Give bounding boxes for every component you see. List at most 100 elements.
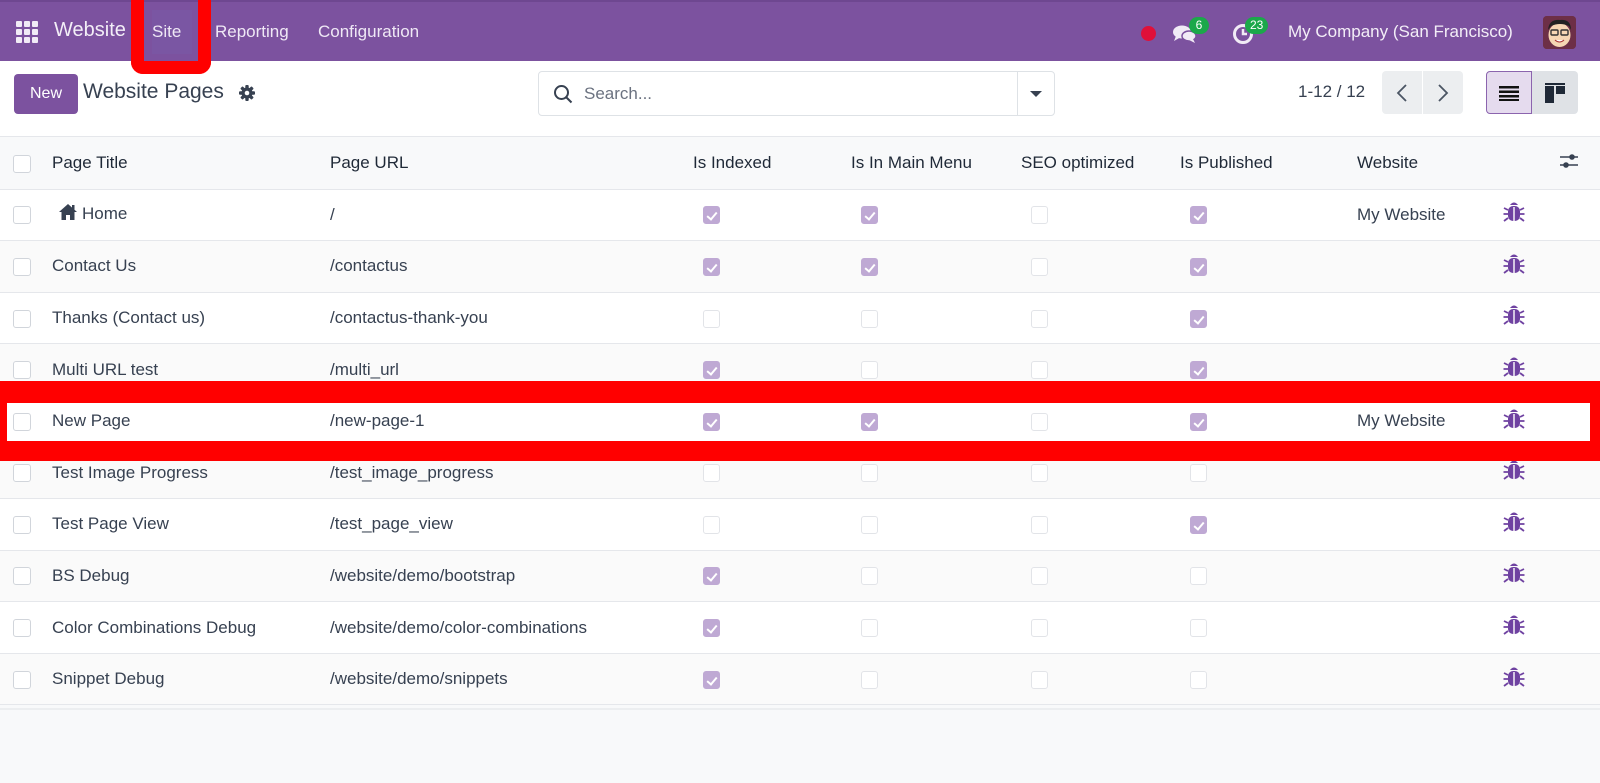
is-published-checkbox bbox=[1190, 309, 1207, 328]
kanban-view-button[interactable] bbox=[1532, 71, 1578, 114]
cell-page-url[interactable]: /new-page-1 bbox=[330, 395, 693, 447]
row-select-checkbox[interactable] bbox=[13, 670, 31, 689]
user-avatar[interactable] bbox=[1543, 16, 1576, 49]
company-switcher[interactable]: My Company (San Francisco) bbox=[1288, 22, 1513, 42]
cell-page-title[interactable]: Test Page View bbox=[52, 499, 330, 551]
pager-next-button[interactable] bbox=[1423, 71, 1463, 114]
table-row[interactable]: Thanks (Contact us) /contactus-thank-you bbox=[0, 292, 1600, 344]
menu-configuration[interactable]: Configuration bbox=[318, 22, 419, 42]
cell-page-title[interactable]: Multi URL test bbox=[52, 344, 330, 396]
page-title-text: Color Combinations Debug bbox=[52, 617, 257, 637]
table-row[interactable]: Test Image Progress /test_image_progress bbox=[0, 446, 1600, 499]
optional-columns-toggle[interactable] bbox=[1559, 138, 1600, 189]
is-in-main-menu-checkbox bbox=[861, 464, 878, 483]
row-select-checkbox[interactable] bbox=[13, 412, 31, 431]
row-select-checkbox[interactable] bbox=[13, 206, 31, 225]
column-header-is-in-main-menu[interactable]: Is In Main Menu bbox=[851, 138, 1021, 189]
column-header-is-published[interactable]: Is Published bbox=[1180, 138, 1357, 189]
table-row[interactable]: Home / My Website bbox=[0, 189, 1600, 241]
cell-page-url[interactable]: /website/demo/bootstrap bbox=[330, 550, 693, 602]
is-published-checkbox bbox=[1190, 515, 1207, 534]
apps-menu-icon[interactable] bbox=[16, 21, 38, 43]
row-select-checkbox[interactable] bbox=[13, 361, 31, 380]
cell-page-url[interactable]: /test_image_progress bbox=[330, 447, 693, 499]
cell-page-title[interactable]: BS Debug bbox=[52, 550, 330, 602]
table-row[interactable]: Multi URL test /multi_url bbox=[0, 343, 1600, 396]
page-url-text: /test_page_view bbox=[330, 514, 453, 534]
new-button[interactable]: New bbox=[14, 74, 78, 114]
activities-badge: 23 bbox=[1245, 17, 1269, 34]
bug-icon[interactable] bbox=[1503, 407, 1525, 436]
column-header-website[interactable]: Website bbox=[1357, 138, 1503, 189]
seo-optimized-checkbox bbox=[1031, 464, 1048, 483]
page-title-text: Home bbox=[82, 204, 128, 224]
cell-page-title[interactable]: Thanks (Contact us) bbox=[52, 292, 330, 344]
cell-page-title[interactable]: Color Combinations Debug bbox=[52, 602, 330, 654]
cell-page-url[interactable]: /website/demo/snippets bbox=[330, 653, 693, 705]
cell-page-title[interactable]: Snippet Debug bbox=[52, 653, 330, 705]
cell-page-title[interactable]: Contact Us bbox=[52, 241, 330, 293]
table-row[interactable]: Snippet Debug /website/demo/snippets bbox=[0, 653, 1600, 705]
is-published-checkbox bbox=[1190, 567, 1207, 586]
select-all-checkbox[interactable] bbox=[13, 154, 31, 173]
seo-optimized-checkbox bbox=[1031, 670, 1048, 689]
caret-down-icon bbox=[1030, 90, 1042, 97]
row-select-checkbox[interactable] bbox=[13, 257, 31, 276]
row-select-checkbox[interactable] bbox=[13, 619, 31, 638]
column-header-page-title[interactable]: Page Title bbox=[52, 138, 330, 189]
menu-reporting[interactable]: Reporting bbox=[215, 22, 289, 42]
cell-page-url[interactable]: / bbox=[330, 189, 693, 241]
row-select-checkbox[interactable] bbox=[13, 515, 31, 534]
cell-page-url[interactable]: /contactus-thank-you bbox=[330, 292, 693, 344]
bug-icon[interactable] bbox=[1503, 303, 1525, 332]
is-indexed-checkbox bbox=[703, 515, 720, 534]
column-header-is-indexed[interactable]: Is Indexed bbox=[693, 138, 851, 189]
column-header-seo-optimized[interactable]: SEO optimized bbox=[1021, 138, 1180, 189]
cell-page-url[interactable]: /test_page_view bbox=[330, 499, 693, 551]
pager-previous-button[interactable] bbox=[1382, 71, 1422, 114]
pager-value[interactable]: 1-12 / 12 bbox=[1298, 82, 1365, 102]
cell-page-url[interactable]: /website/demo/color-combinations bbox=[330, 602, 693, 654]
column-header-page-url[interactable]: Page URL bbox=[330, 138, 693, 189]
search-input[interactable] bbox=[584, 80, 994, 108]
control-panel: New Website Pages 1-12 / 12 bbox=[0, 61, 1600, 137]
table-row-highlighted[interactable]: New Page /new-page-1 My Website bbox=[0, 395, 1600, 447]
search-options-toggle[interactable] bbox=[1017, 72, 1054, 115]
bug-icon[interactable] bbox=[1503, 200, 1525, 229]
bug-icon[interactable] bbox=[1503, 613, 1525, 642]
list-view-button[interactable] bbox=[1486, 71, 1532, 114]
cell-page-title[interactable]: Home bbox=[52, 189, 330, 241]
is-published-checkbox bbox=[1190, 670, 1207, 689]
row-select-checkbox[interactable] bbox=[13, 567, 31, 586]
bug-icon[interactable] bbox=[1503, 665, 1525, 694]
table-row[interactable]: Color Combinations Debug /website/demo/c… bbox=[0, 601, 1600, 654]
table-row[interactable]: Test Page View /test_page_view bbox=[0, 498, 1600, 551]
row-select-checkbox[interactable] bbox=[13, 464, 31, 483]
cell-page-url[interactable]: /multi_url bbox=[330, 344, 693, 396]
bug-icon[interactable] bbox=[1503, 355, 1525, 384]
table-row[interactable]: Contact Us /contactus bbox=[0, 240, 1600, 293]
menu-site[interactable]: Site bbox=[152, 22, 181, 42]
is-in-main-menu-checkbox bbox=[861, 515, 878, 534]
gear-icon[interactable] bbox=[238, 84, 256, 102]
is-published-checkbox bbox=[1190, 206, 1207, 225]
page-url-text: / bbox=[330, 204, 335, 224]
is-published-checkbox bbox=[1190, 257, 1207, 276]
bug-icon[interactable] bbox=[1503, 252, 1525, 281]
bug-icon[interactable] bbox=[1503, 510, 1525, 539]
bug-icon[interactable] bbox=[1503, 561, 1525, 590]
table-row[interactable]: BS Debug /website/demo/bootstrap bbox=[0, 550, 1600, 602]
cell-page-title[interactable]: New Page bbox=[52, 395, 330, 447]
is-published-checkbox bbox=[1190, 412, 1207, 431]
app-name[interactable]: Website bbox=[54, 19, 126, 42]
row-select-checkbox[interactable] bbox=[13, 309, 31, 328]
sliders-icon bbox=[1560, 153, 1578, 168]
seo-optimized-checkbox bbox=[1031, 567, 1048, 586]
is-in-main-menu-checkbox bbox=[861, 619, 878, 638]
page-title-text: New Page bbox=[52, 411, 131, 431]
is-published-checkbox bbox=[1190, 464, 1207, 483]
bug-icon[interactable] bbox=[1503, 458, 1525, 487]
cell-page-url[interactable]: /contactus bbox=[330, 241, 693, 293]
status-dot[interactable] bbox=[1141, 26, 1156, 41]
cell-page-title[interactable]: Test Image Progress bbox=[52, 447, 330, 499]
